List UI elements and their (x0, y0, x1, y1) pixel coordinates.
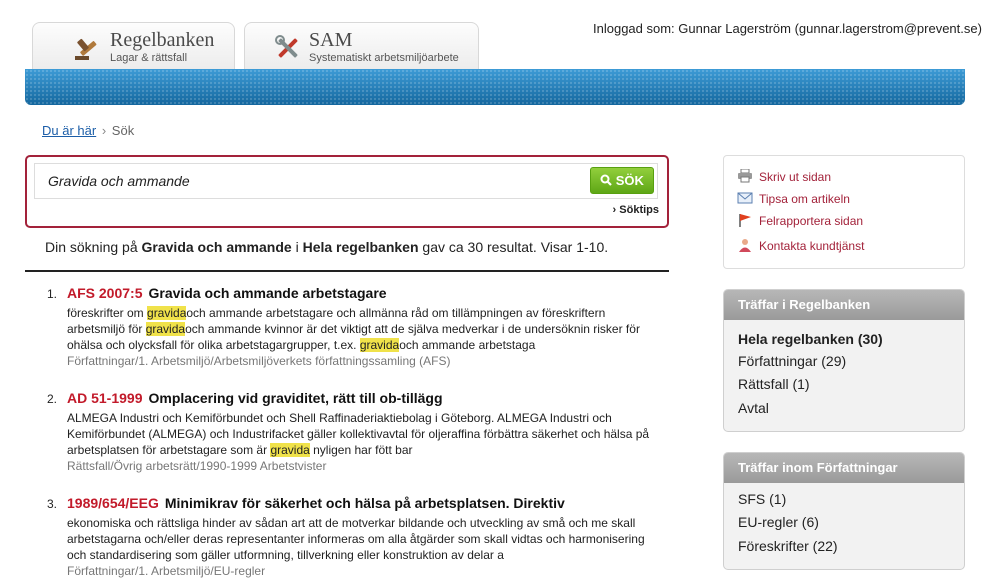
printer-icon (737, 168, 753, 183)
result-path: Författningar/1. Arbetsmiljö/Arbetsmiljö… (67, 354, 451, 368)
search-highlight: gravida (147, 306, 187, 320)
result-title: Minimikrav för säkerhet och hälsa på arb… (164, 495, 565, 511)
tip-article-link[interactable]: Tipsa om artikeln (737, 191, 850, 206)
search-box: SÖK › Söktips (25, 155, 669, 228)
report-error-link[interactable]: Felrapportera sidan (737, 213, 863, 228)
result-path: Författningar/1. Arbetsmiljö/EU-regler (67, 564, 266, 578)
summary-query: Gravida och ammande (141, 239, 292, 255)
result-number: 2. (47, 392, 58, 406)
search-input[interactable] (34, 163, 658, 199)
search-button[interactable]: SÖK (590, 167, 654, 194)
summary-text: gav ca 30 resultat. Visar 1-10. (418, 239, 609, 255)
facet-item[interactable]: Författningar (29) (738, 353, 846, 369)
facet-item[interactable]: Hela regelbanken (30) (738, 331, 883, 347)
description-text: och ammande arbetstaga (399, 338, 536, 352)
tab-regelbanken[interactable]: Regelbanken Lagar & rättsfall (32, 22, 235, 70)
result-link[interactable]: AFS 2007:5 Gravida och ammande arbetstaga… (67, 285, 387, 301)
facet-box-title: Träffar i Regelbanken (724, 290, 964, 320)
result-number: 3. (47, 497, 58, 511)
result-number: 1. (47, 287, 58, 301)
summary-text: i (291, 239, 303, 255)
facet-item[interactable]: SFS (1) (738, 491, 786, 507)
facet-box-title: Träffar inom Författningar (724, 453, 964, 483)
facet-item[interactable]: Rättsfall (1) (738, 376, 810, 392)
divider (25, 270, 669, 272)
result-link[interactable]: 1989/654/EEG Minimikrav för säkerhet och … (67, 495, 565, 511)
description-text: nyligen har fött bar (309, 443, 413, 457)
search-highlight: gravida (359, 338, 400, 352)
breadcrumb: Du är här › Sök (42, 123, 134, 138)
facet-box-forfattningar: Träffar inom Författningar SFS (1) EU-re… (723, 452, 965, 570)
search-summary: Din sökning på Gravida och ammande i Hel… (45, 239, 608, 255)
person-icon (737, 238, 753, 252)
flag-icon (737, 213, 753, 227)
tool-label: Tipsa om artikeln (759, 192, 850, 206)
result-code: AD 51-1999 (67, 390, 143, 406)
breadcrumb-home-link[interactable]: Du är här (42, 123, 96, 138)
breadcrumb-current: Sök (111, 123, 135, 138)
result-link[interactable]: AD 51-1999 Omplacering vid graviditet, rä… (67, 390, 443, 406)
gavel-icon (71, 33, 101, 63)
facet-item[interactable]: Avtal (738, 400, 769, 416)
search-tips-link[interactable]: › Söktips (613, 204, 659, 216)
result-code: AFS 2007:5 (67, 285, 143, 301)
envelope-icon (737, 191, 753, 205)
search-highlight: gravida (270, 443, 310, 457)
login-status: Inloggad som: Gunnar Lagerström (gunnar.… (593, 21, 982, 36)
search-highlight: gravida (145, 322, 186, 336)
tab-title: Regelbanken (110, 29, 215, 51)
facet-item[interactable]: EU-regler (6) (738, 514, 819, 530)
tab-subtitle: Systematiskt arbetsmiljöarbete (309, 52, 459, 64)
summary-scope: Hela regelbanken (302, 239, 419, 255)
tool-label: Kontakta kundtjänst (759, 239, 865, 253)
description-text: föreskrifter om (67, 306, 148, 320)
result-description: ekonomiska och rättsliga hinder av sådan… (67, 515, 657, 563)
tool-label: Felrapportera sidan (759, 214, 864, 228)
print-page-link[interactable]: Skriv ut sidan (737, 168, 832, 184)
tool-label: Skriv ut sidan (759, 170, 832, 184)
search-button-label: SÖK (615, 173, 644, 188)
tools-icon (273, 33, 303, 63)
chevron-right-icon: › (101, 123, 107, 138)
tab-subtitle: Lagar & rättsfall (110, 52, 188, 64)
tab-sam[interactable]: SAM Systematiskt arbetsmiljöarbete (244, 22, 479, 70)
result-description: föreskrifter om gravidaoch ammande arbet… (67, 305, 657, 353)
header-banner (25, 69, 965, 105)
result-code: 1989/654/EEG (67, 495, 159, 511)
summary-text: Din sökning på (45, 239, 142, 255)
facet-box-regelbanken: Träffar i Regelbanken Hela regelbanken (… (723, 289, 965, 432)
result-title: Omplacering vid graviditet, rätt till ob… (148, 390, 443, 406)
result-description: ALMEGA Industri och Kemiförbundet och Sh… (67, 410, 657, 458)
facet-item[interactable]: Föreskrifter (22) (738, 538, 838, 554)
search-icon (600, 173, 616, 188)
tab-title: SAM (309, 29, 353, 51)
page-tools-panel: Skriv ut sidan Tipsa om artikeln Felrapp… (723, 155, 965, 269)
contact-support-link[interactable]: Kontakta kundtjänst (737, 238, 864, 253)
result-path: Rättsfall/Övrig arbetsrätt/1990-1999 Arb… (67, 459, 327, 473)
description-text: ekonomiska och rättsliga hinder av sådan… (67, 516, 645, 562)
result-title: Gravida och ammande arbetstagare (148, 285, 387, 301)
